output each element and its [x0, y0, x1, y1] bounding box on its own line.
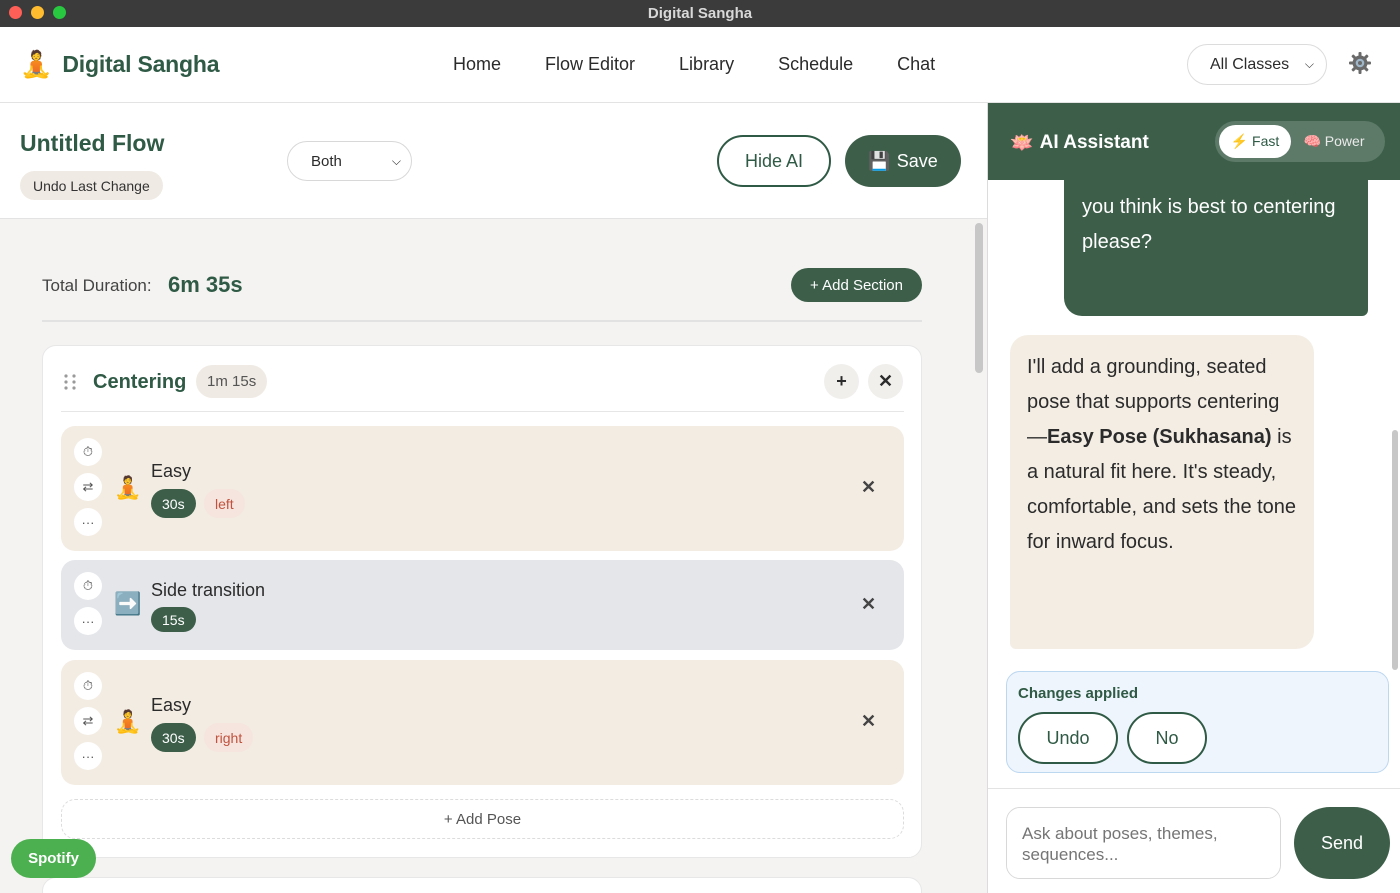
nav-links: Home Flow Editor Library Schedule Chat [453, 54, 935, 75]
editor-scrollbar[interactable] [973, 219, 985, 893]
chevron-down-icon: ⌵ [1304, 57, 1314, 71]
pose-easy-icon: 🧘 [114, 475, 142, 500]
chat-messages: you think is best to centering please? I… [988, 180, 1400, 788]
pose-duration-badge[interactable]: 30s [151, 723, 196, 752]
total-duration-value: 6m 35s [168, 272, 243, 297]
undo-last-change-button[interactable]: Undo Last Change [20, 171, 163, 200]
plus-icon: + [836, 371, 847, 391]
timer-icon[interactable]: ⏱ [74, 438, 102, 466]
section-duration-badge: 1m 15s [196, 365, 268, 398]
pose-name: Easy [151, 695, 192, 715]
swap-side-icon[interactable]: ⇄ [74, 473, 102, 501]
pose-side-badge[interactable]: left [204, 489, 245, 518]
floppy-disk-icon: 💾 [868, 150, 891, 171]
undo-changes-button[interactable]: Undo [1018, 712, 1118, 764]
changes-applied-title: Changes applied [1018, 685, 1139, 702]
side-select-value: Both [311, 152, 342, 170]
pose-card-transition[interactable]: ⏱ ··· ➡️ Side transition 15s ✕ [61, 560, 904, 650]
ai-mode-toggle: ⚡ Fast 🧠 Power [1215, 121, 1385, 162]
pose-card[interactable]: ⏱ ⇄ ··· 🧘 Easy 30s left ✕ [61, 426, 904, 551]
changes-applied-card: Changes applied Undo No [1006, 671, 1389, 773]
timer-icon[interactable]: ⏱ [74, 572, 102, 600]
side-select[interactable]: Both ⌵ [287, 141, 412, 181]
arrow-right-icon: ➡️ [114, 591, 142, 616]
nav-library[interactable]: Library [679, 54, 734, 75]
more-options-icon[interactable]: ··· [74, 742, 102, 770]
pose-name: Side transition [151, 580, 266, 600]
pose-name: Easy [151, 461, 192, 481]
mode-fast-button[interactable]: ⚡ Fast [1219, 125, 1291, 158]
lotus-icon: 🪷 [1010, 133, 1034, 154]
nav-flow-editor[interactable]: Flow Editor [545, 54, 635, 75]
window-controls [9, 6, 66, 19]
spotify-button[interactable]: Spotify [11, 839, 96, 878]
assistant-text-bold: Easy Pose (Sukhasana) [1047, 426, 1272, 448]
divider [42, 320, 922, 322]
top-nav: 🧘 Digital Sangha Home Flow Editor Librar… [0, 27, 1400, 103]
save-button[interactable]: 💾 Save [845, 135, 961, 187]
brand-name: Digital Sangha [62, 50, 220, 77]
pose-duration-badge[interactable]: 15s [151, 607, 196, 632]
send-button[interactable]: Send [1294, 807, 1390, 879]
nav-home[interactable]: Home [453, 54, 501, 75]
remove-pose-icon[interactable]: ✕ [861, 711, 876, 732]
close-window-button[interactable] [9, 6, 22, 19]
hide-ai-button[interactable]: Hide AI [717, 135, 831, 187]
remove-section-button[interactable]: ✕ [868, 364, 903, 399]
remove-pose-icon[interactable]: ✕ [861, 594, 876, 615]
maximize-window-button[interactable] [53, 6, 66, 19]
user-message: you think is best to centering please? [1064, 180, 1368, 316]
window-title: Digital Sangha [647, 5, 753, 22]
close-icon: ✕ [877, 371, 894, 391]
save-button-label: Save [896, 150, 938, 171]
window-titlebar: Digital Sangha [0, 0, 1400, 27]
drag-handle-icon[interactable] [63, 373, 77, 391]
add-section-button[interactable]: + Add Section [791, 268, 922, 302]
ai-title: 🪷 AI Assistant [1010, 131, 1149, 155]
more-options-icon[interactable]: ··· [74, 607, 102, 635]
chat-composer: Send [988, 788, 1400, 893]
pose-card[interactable]: ⏱ ⇄ ··· 🧘 Easy 30s right ✕ [61, 660, 904, 785]
scrollbar-thumb[interactable] [975, 223, 983, 373]
section-card: Centering 1m 15s + ✕ ⏱ ⇄ ··· 🧘 Easy 30s … [42, 345, 922, 858]
flow-header: Untitled Flow Undo Last Change Both ⌵ Hi… [0, 103, 987, 219]
flow-editor-main: Total Duration: 6m 35s + Add Section Cen… [0, 219, 987, 893]
section-title[interactable]: Centering [93, 371, 186, 394]
ai-assistant-panel: 🪷 AI Assistant ⚡ Fast 🧠 Power you think … [987, 103, 1400, 893]
chat-input[interactable] [1006, 807, 1281, 879]
mode-power-button[interactable]: 🧠 Power [1291, 125, 1377, 158]
pose-easy-icon: 🧘 [114, 709, 142, 734]
pose-duration-badge[interactable]: 30s [151, 489, 196, 518]
add-pose-button[interactable]: + Add Pose [61, 799, 904, 839]
meditation-icon: 🧘 [20, 49, 53, 79]
flow-title[interactable]: Untitled Flow [20, 130, 164, 157]
swap-side-icon[interactable]: ⇄ [74, 707, 102, 735]
nav-chat[interactable]: Chat [897, 54, 935, 75]
remove-pose-icon[interactable]: ✕ [861, 477, 876, 498]
chat-scrollbar-thumb[interactable] [1392, 430, 1398, 670]
timer-icon[interactable]: ⏱ [74, 672, 102, 700]
pose-side-badge[interactable]: right [204, 723, 254, 752]
minimize-window-button[interactable] [31, 6, 44, 19]
total-duration-label: Total Duration: [42, 276, 152, 295]
ai-title-text: AI Assistant [1039, 132, 1149, 153]
divider [61, 411, 904, 412]
section-card-next [42, 877, 922, 893]
ai-header: 🪷 AI Assistant ⚡ Fast 🧠 Power [988, 103, 1400, 180]
nav-schedule[interactable]: Schedule [778, 54, 853, 75]
class-filter-value: All Classes [1210, 55, 1290, 73]
more-options-icon[interactable]: ··· [74, 508, 102, 536]
class-filter-select[interactable]: All Classes ⌵ [1187, 44, 1327, 85]
settings-gear-icon[interactable] [1348, 51, 1372, 75]
add-pose-to-section-button[interactable]: + [824, 364, 859, 399]
assistant-message: I'll add a grounding, seated pose that s… [1010, 335, 1314, 649]
no-button[interactable]: No [1127, 712, 1207, 764]
brand-logo[interactable]: 🧘 Digital Sangha [20, 49, 220, 79]
chevron-down-icon: ⌵ [391, 154, 401, 168]
